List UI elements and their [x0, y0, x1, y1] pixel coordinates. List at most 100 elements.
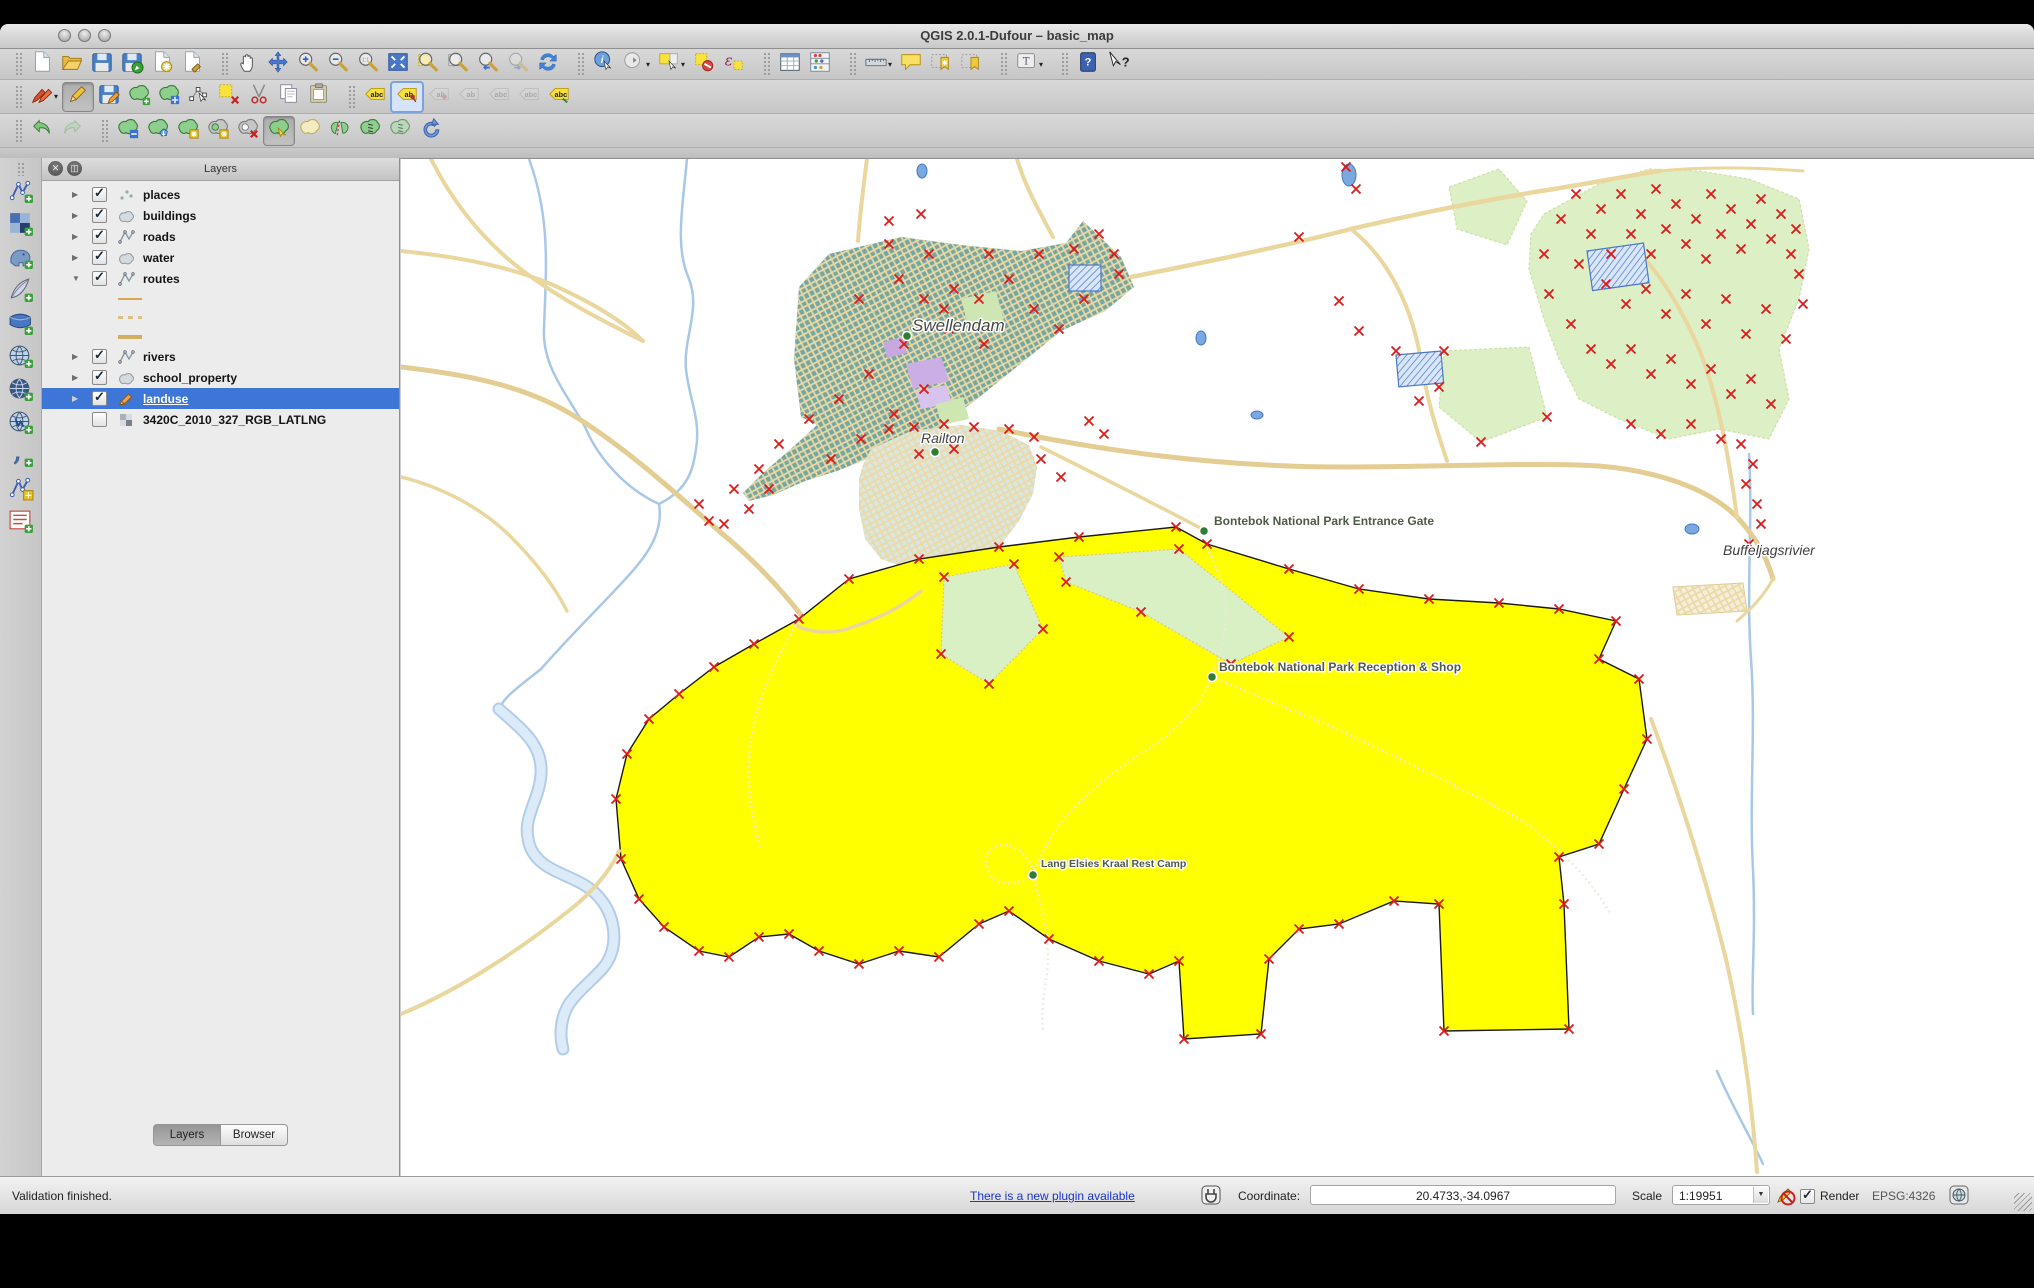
- layer-visibility-checkbox[interactable]: [92, 368, 107, 385]
- add-wms-layer-button[interactable]: [4, 341, 38, 374]
- toolbar-drag-handle[interactable]: [15, 118, 22, 143]
- move-feature-button[interactable]: [154, 83, 184, 111]
- render-checkbox[interactable]: [1800, 1187, 1815, 1204]
- help-contents-button[interactable]: ?: [1073, 50, 1103, 78]
- stop-render-icon[interactable]: [1774, 1184, 1796, 1206]
- show-bookmarks-button[interactable]: [956, 50, 986, 78]
- redo-button[interactable]: [57, 117, 87, 145]
- layer-name[interactable]: school_property: [143, 371, 237, 385]
- expander-icon[interactable]: ▶: [72, 394, 82, 403]
- save-project-as-button[interactable]: [117, 50, 147, 78]
- rotate-point-symbols-button[interactable]: [415, 117, 445, 145]
- resize-grip[interactable]: [2014, 1193, 2032, 1211]
- add-wcs-layer-button[interactable]: [4, 374, 38, 407]
- toolbar-drag-handle[interactable]: [1061, 52, 1068, 76]
- layer-visibility-checkbox[interactable]: [92, 206, 107, 223]
- map-canvas[interactable]: Swellendam Railton Bontebok National Park …: [398, 157, 2034, 1177]
- crs-projector-icon[interactable]: [1948, 1184, 1970, 1206]
- expander-icon[interactable]: ▶: [72, 352, 82, 361]
- add-oracle-georaster-layer-button[interactable]: [4, 506, 38, 539]
- measure-button[interactable]: [861, 50, 891, 78]
- open-project-button[interactable]: [57, 50, 87, 78]
- expander-icon[interactable]: ▶: [72, 253, 82, 262]
- save-project-button[interactable]: [87, 50, 117, 78]
- toolbar-drag-handle[interactable]: [1000, 52, 1007, 76]
- layer-visibility-checkbox[interactable]: [92, 389, 107, 406]
- close-button[interactable]: [58, 29, 71, 42]
- expander-icon[interactable]: ▶: [72, 211, 82, 220]
- deselect-features-button[interactable]: [689, 50, 719, 78]
- zoom-to-layer-button[interactable]: [443, 50, 473, 78]
- layer-row-routes[interactable]: ▼ routes: [42, 268, 399, 289]
- layer-name[interactable]: roads: [143, 230, 176, 244]
- zoom-out-button[interactable]: [323, 50, 353, 78]
- add-postgis-layer-button[interactable]: [4, 242, 38, 275]
- offset-curve-button[interactable]: [295, 117, 325, 145]
- layer-row-water[interactable]: ▶ water: [42, 247, 399, 268]
- layer-name[interactable]: routes: [143, 272, 180, 286]
- toolbar-drag-handle[interactable]: [15, 84, 22, 109]
- chevron-down-icon[interactable]: ▼: [1753, 1187, 1768, 1203]
- merge-features-button[interactable]: [355, 117, 385, 145]
- layer-visibility-checkbox[interactable]: [92, 185, 107, 202]
- add-part-button[interactable]: [173, 117, 203, 145]
- add-wfs-layer-button[interactable]: [4, 407, 38, 440]
- add-ring-button[interactable]: [143, 117, 173, 145]
- expander-icon[interactable]: ▼: [72, 274, 82, 283]
- layer-row-3420C_2010_327_RGB_LATLNG[interactable]: 3420C_2010_327_RGB_LATLNG: [42, 409, 399, 430]
- layer-row-rivers[interactable]: ▶ rivers: [42, 346, 399, 367]
- reshape-features-button[interactable]: [263, 115, 295, 146]
- toolbar-drag-handle[interactable]: [577, 52, 584, 76]
- layer-visibility-checkbox[interactable]: [92, 412, 107, 427]
- new-project-button[interactable]: [27, 50, 57, 78]
- merge-attributes-button[interactable]: [385, 117, 415, 145]
- toolbar-drag-handle[interactable]: [17, 162, 24, 176]
- attribute-table-button[interactable]: [775, 50, 805, 78]
- paste-features-button[interactable]: [304, 83, 334, 111]
- run-feature-action-button[interactable]: [619, 50, 649, 78]
- zoom-button[interactable]: [98, 29, 111, 42]
- pin-labels-button[interactable]: ab: [390, 80, 424, 113]
- add-spatialite-layer-button[interactable]: [4, 275, 38, 308]
- title-bar[interactable]: QGIS 2.0.1-Dufour – basic_map: [0, 24, 2034, 49]
- coordinate-input[interactable]: 20.4733,-34.0967: [1310, 1185, 1616, 1205]
- undo-button[interactable]: [27, 117, 57, 145]
- add-mssql-layer-button[interactable]: [4, 308, 38, 341]
- zoom-next-button[interactable]: [503, 50, 533, 78]
- copy-features-button[interactable]: [274, 83, 304, 111]
- new-shapefile-layer-button[interactable]: [4, 473, 38, 506]
- field-calculator-button[interactable]: [805, 50, 835, 78]
- layer-name[interactable]: water: [143, 251, 174, 265]
- add-feature-button[interactable]: [124, 83, 154, 111]
- zoom-last-button[interactable]: [473, 50, 503, 78]
- layer-row-landuse[interactable]: ▶ landuse: [42, 388, 399, 409]
- simplify-feature-button[interactable]: [113, 117, 143, 145]
- layer-row-places[interactable]: ▶ places: [42, 184, 399, 205]
- select-by-expression-button[interactable]: ε: [719, 50, 749, 78]
- toolbar-drag-handle[interactable]: [849, 52, 856, 76]
- whats-this-button[interactable]: ?: [1103, 50, 1133, 78]
- layer-visibility-checkbox[interactable]: [92, 269, 107, 286]
- pan-map-button[interactable]: [233, 50, 263, 78]
- toolbar-drag-handle[interactable]: [101, 118, 108, 143]
- unpin-labels-button[interactable]: ab: [424, 83, 454, 111]
- layer-name[interactable]: buildings: [143, 209, 196, 223]
- panel-float-icon[interactable]: ◫: [67, 161, 82, 176]
- toolbar-drag-handle[interactable]: [221, 52, 228, 76]
- panel-close-icon[interactable]: ✕: [48, 161, 63, 176]
- delete-ring-button[interactable]: [203, 117, 233, 145]
- minimize-button[interactable]: [78, 29, 91, 42]
- expander-icon[interactable]: ▶: [72, 373, 82, 382]
- scale-combobox[interactable]: 1:19951 ▼: [1672, 1185, 1770, 1205]
- toggle-editing-button[interactable]: [62, 81, 94, 112]
- move-label-button[interactable]: abc: [484, 83, 514, 111]
- plugin-icon[interactable]: [1200, 1184, 1222, 1206]
- toolbar-drag-handle[interactable]: [15, 52, 22, 76]
- new-print-composer-button[interactable]: [147, 50, 177, 78]
- layer-name[interactable]: landuse: [143, 392, 188, 406]
- node-tool-button[interactable]: [184, 83, 214, 111]
- panel-tab-layers[interactable]: Layers: [153, 1124, 221, 1146]
- layer-row-school_property[interactable]: ▶ school_property: [42, 367, 399, 388]
- add-vector-layer-button[interactable]: [4, 176, 38, 209]
- split-features-button[interactable]: [325, 117, 355, 145]
